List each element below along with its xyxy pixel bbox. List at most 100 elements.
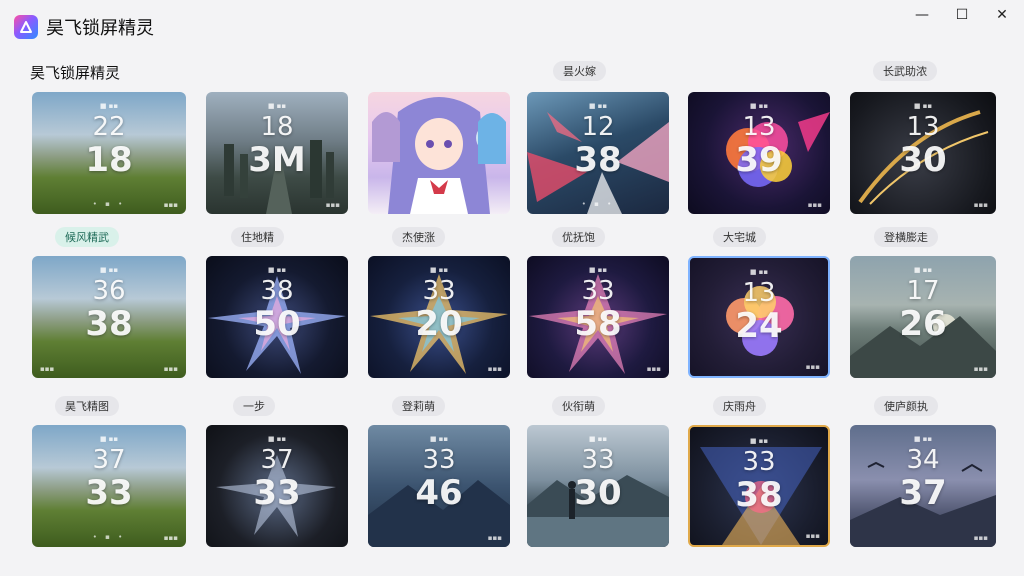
card-hour: 22 <box>92 112 126 142</box>
card-minute: 30 <box>574 473 622 513</box>
lock-indicator: ■ ▪▪ <box>588 435 608 443</box>
card-corner-mark: ▪▪▪ <box>163 534 178 542</box>
card-minute: 37 <box>899 473 947 513</box>
lock-indicator: ■ ▪▪ <box>99 266 119 274</box>
card-hour: 33 <box>742 447 776 477</box>
card-minute: 18 <box>85 140 133 180</box>
category-chip[interactable]: 长武助浓 <box>873 61 937 81</box>
category-chip[interactable]: 登横膨走 <box>874 227 938 247</box>
card-corner-mark: ▪▪▪ <box>163 365 178 373</box>
wallpaper-card[interactable]: ■ ▪▪ 13 30 ▪▪▪ <box>850 92 996 214</box>
wallpaper-card[interactable]: ■ ▪▪ 12 38 • ▪ • <box>527 92 669 214</box>
category-chip[interactable]: 住地精 <box>231 227 284 247</box>
wallpaper-card[interactable]: ■ ▪▪ 18 3M ▪▪▪ <box>206 92 348 214</box>
category-chip[interactable]: 杰使涨 <box>392 227 445 247</box>
card-corner-mark: ▪▪▪ <box>487 365 502 373</box>
card-hour: 33 <box>581 276 615 306</box>
card-corner-mark: ▪▪▪ <box>805 532 820 540</box>
category-chip[interactable]: 登莉萌 <box>392 396 445 416</box>
lock-indicator: ■ ▪▪ <box>99 435 119 443</box>
lock-indicator: ■ ▪▪ <box>588 102 608 110</box>
app-title: 昊飞锁屏精灵 <box>46 18 154 39</box>
category-chip[interactable]: 优抚饱 <box>552 227 605 247</box>
category-chip[interactable]: 使庐颜执 <box>874 396 938 416</box>
card-corner-mark: ▪▪▪ <box>805 363 820 371</box>
card-corner-mark: ▪▪▪ <box>973 201 988 209</box>
card-hour: 33 <box>422 445 456 475</box>
lock-indicator: ■ ▪▪ <box>749 268 769 276</box>
wallpaper-card[interactable]: ■ ▪▪ 33 38 ▪▪▪ <box>688 425 830 547</box>
category-chip[interactable]: 伙衔萌 <box>552 396 605 416</box>
card-hour: 37 <box>92 445 126 475</box>
wallpaper-card[interactable] <box>368 92 510 214</box>
card-minute: 46 <box>415 473 463 513</box>
category-chip[interactable]: 一步 <box>233 396 275 416</box>
card-corner-mark: ▪▪▪ <box>807 201 822 209</box>
anime-character-illustration <box>372 97 506 214</box>
card-hour: 36 <box>92 276 126 306</box>
category-chip[interactable]: 昊飞精图 <box>55 396 119 416</box>
wallpaper-card[interactable]: ■ ▪▪ 36 38 ▪▪▪ ▪▪▪ <box>32 256 186 378</box>
card-hour: 12 <box>581 112 615 142</box>
wallpaper-card[interactable]: ■ ▪▪ 37 33 • ▪ • ▪▪▪ <box>32 425 186 547</box>
title-bar: 昊飞锁屏精灵 — ☐ ✕ <box>0 0 1024 48</box>
lock-indicator: ■ ▪▪ <box>267 266 287 274</box>
card-minute: 33 <box>85 473 133 513</box>
wallpaper-card[interactable]: ■ ▪▪ 22 18 • ▪ • ▪▪▪ <box>32 92 186 214</box>
card-minute: 38 <box>85 304 133 344</box>
card-hour: 33 <box>422 276 456 306</box>
card-corner-mark: ▪▪▪ <box>646 365 661 373</box>
wallpaper-card[interactable]: ■ ▪▪ 33 30 <box>527 425 669 547</box>
card-hour: 37 <box>260 445 294 475</box>
card-corner-mark: ▪▪▪ <box>973 534 988 542</box>
card-minute: 39 <box>735 140 783 180</box>
card-hour: 17 <box>906 276 940 306</box>
card-dots: • ▪ • <box>581 200 615 208</box>
app-logo-icon <box>14 15 38 39</box>
wallpaper-card[interactable]: ■ ▪▪ 33 20 ▪▪▪ <box>368 256 510 378</box>
card-hour: 38 <box>260 276 294 306</box>
lock-indicator: ■ ▪▪ <box>913 435 933 443</box>
lock-indicator: ■ ▪▪ <box>99 102 119 110</box>
card-corner-mark: ▪▪▪ <box>487 534 502 542</box>
card-minute: 38 <box>735 475 783 515</box>
wallpaper-card[interactable]: ■ ▪▪ 33 46 ▪▪▪ <box>368 425 510 547</box>
card-hour: 13 <box>742 112 776 142</box>
lock-indicator: ■ ▪▪ <box>749 437 769 445</box>
card-minute: 38 <box>574 140 622 180</box>
card-corner-mark: ▪▪▪ <box>973 365 988 373</box>
card-hour: 18 <box>260 112 294 142</box>
card-minute: 58 <box>574 304 622 344</box>
card-minute: 30 <box>899 140 947 180</box>
lock-indicator: ■ ▪▪ <box>267 102 287 110</box>
section-title: 昊飞锁屏精灵 <box>30 64 121 82</box>
card-minute: 26 <box>899 304 947 344</box>
wallpaper-card[interactable]: ■ ▪▪ 34 37 ▪▪▪ <box>850 425 996 547</box>
card-hour: 34 <box>906 445 940 475</box>
lock-indicator: ■ ▪▪ <box>749 102 769 110</box>
card-corner-mark: ▪▪▪ <box>40 365 55 373</box>
card-minute: 50 <box>253 304 301 344</box>
lock-indicator: ■ ▪▪ <box>913 266 933 274</box>
wallpaper-card[interactable]: ■ ▪▪ 33 58 ▪▪▪ <box>527 256 669 378</box>
maximize-button[interactable]: ☐ <box>946 4 978 26</box>
lock-indicator: ■ ▪▪ <box>429 435 449 443</box>
wallpaper-card[interactable]: ■ ▪▪ 13 39 ▪▪▪ <box>688 92 830 214</box>
lock-indicator: ■ ▪▪ <box>429 266 449 274</box>
category-chip[interactable]: 昙火嫁 <box>553 61 606 81</box>
category-chip[interactable]: 庆雨舟 <box>713 396 766 416</box>
minimize-button[interactable]: — <box>906 4 938 26</box>
category-chip[interactable]: 大宅城 <box>713 227 766 247</box>
wallpaper-card[interactable]: ■ ▪▪ 37 33 <box>206 425 348 547</box>
card-minute: 20 <box>415 304 463 344</box>
wallpaper-card-selected[interactable]: ■ ▪▪ 13 24 ▪▪▪ <box>688 256 830 378</box>
wallpaper-card[interactable]: ■ ▪▪ 38 50 <box>206 256 348 378</box>
card-hour: 13 <box>906 112 940 142</box>
card-hour: 13 <box>742 278 776 308</box>
wallpaper-card[interactable]: ■ ▪▪ 17 26 ▪▪▪ <box>850 256 996 378</box>
card-corner-mark: ▪▪▪ <box>325 201 340 209</box>
card-minute: 24 <box>735 306 783 346</box>
card-corner-mark: ▪▪▪ <box>163 201 178 209</box>
category-chip-active[interactable]: 候风精武 <box>55 227 119 247</box>
close-button[interactable]: ✕ <box>986 4 1018 26</box>
